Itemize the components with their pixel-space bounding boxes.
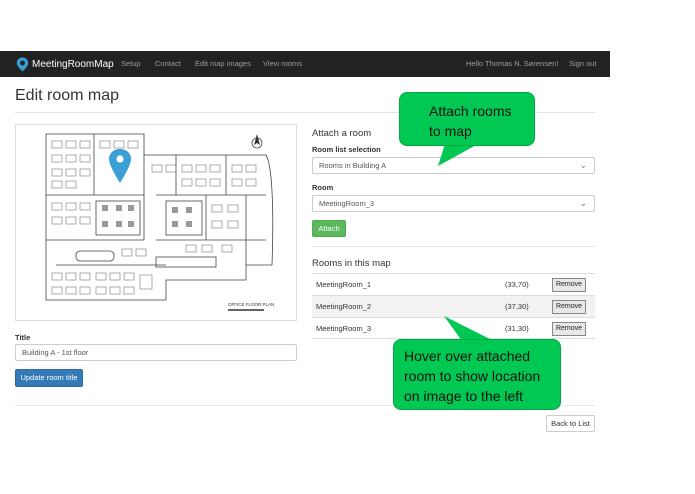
rooms-in-map-heading: Rooms in this map — [312, 258, 391, 269]
callout-line: Attach rooms — [429, 103, 512, 119]
room-list-label: Room list selection — [312, 145, 381, 154]
back-to-list-button[interactable]: Back to List — [546, 415, 595, 432]
user-greeting[interactable]: Hello Thomas N. Sørensen! — [466, 59, 558, 68]
title-input[interactable]: Building A - 1st floor — [15, 344, 297, 361]
nav-sign-out[interactable]: Sign out — [569, 59, 597, 68]
table-row[interactable]: MeetingRoom_2 (37,30) Remove — [312, 295, 595, 317]
location-pin-icon[interactable] — [109, 149, 131, 183]
page-title: Edit room map — [15, 87, 120, 104]
attach-room-heading: Attach a room — [312, 128, 372, 139]
title-label: Title — [15, 333, 31, 342]
room-label: Room — [312, 183, 334, 192]
brand-name: MeetingRoomMap — [32, 58, 114, 70]
map-pin-icon — [16, 57, 29, 71]
callout-line: to map — [429, 123, 472, 139]
floor-plan-image[interactable]: OFFICE FLOOR PLAN — [15, 124, 297, 321]
nav-setup[interactable]: Setup — [121, 59, 141, 68]
room-name: MeetingRoom_1 — [316, 280, 372, 289]
attach-rooms-callout: Attach rooms to map — [399, 92, 535, 146]
room-list-select[interactable]: Rooms in Building A ⌄ — [312, 157, 595, 174]
callout-line: on image to the left — [404, 388, 524, 404]
room-coords: (31,30) — [505, 324, 529, 333]
room-selected: MeetingRoom_3 — [319, 199, 375, 208]
room-name: MeetingRoom_3 — [316, 324, 372, 333]
nav-view-rooms[interactable]: View rooms — [263, 59, 302, 68]
room-coords: (33,70) — [505, 280, 529, 289]
remove-button[interactable]: Remove — [552, 278, 586, 292]
hover-rooms-callout: Hover over attached room to show locatio… — [393, 339, 561, 410]
remove-button[interactable]: Remove — [552, 300, 586, 314]
update-room-title-button[interactable]: Update room title — [15, 369, 83, 387]
floor-plan-caption: OFFICE FLOOR PLAN — [228, 302, 274, 307]
room-select[interactable]: MeetingRoom_3 ⌄ — [312, 195, 595, 212]
callout-line: Hover over attached — [404, 348, 531, 364]
top-navbar: MeetingRoomMap Setup Contact Edit map im… — [0, 51, 610, 77]
callout-line: room to show location — [404, 368, 541, 384]
nav-edit-map-images[interactable]: Edit map images — [195, 59, 251, 68]
floor-plan-drawing: OFFICE FLOOR PLAN — [45, 133, 274, 311]
nav-contact[interactable]: Contact — [155, 59, 181, 68]
table-row[interactable]: MeetingRoom_1 (33,70) Remove — [312, 273, 595, 295]
room-coords: (37,30) — [505, 302, 529, 311]
table-row[interactable]: MeetingRoom_3 (31,30) Remove — [312, 317, 595, 339]
remove-button[interactable]: Remove — [552, 322, 586, 336]
chevron-down-icon: ⌄ — [579, 160, 587, 170]
section-divider — [312, 246, 595, 247]
brand-link[interactable]: MeetingRoomMap — [16, 56, 114, 72]
compass-arrow-icon — [251, 134, 263, 149]
chevron-down-icon: ⌄ — [579, 198, 587, 208]
attach-button[interactable]: Attach — [312, 220, 346, 237]
room-list-selected: Rooms in Building A — [319, 161, 387, 170]
room-name: MeetingRoom_2 — [316, 302, 372, 311]
rooms-table: MeetingRoom_1 (33,70) Remove MeetingRoom… — [312, 273, 595, 339]
